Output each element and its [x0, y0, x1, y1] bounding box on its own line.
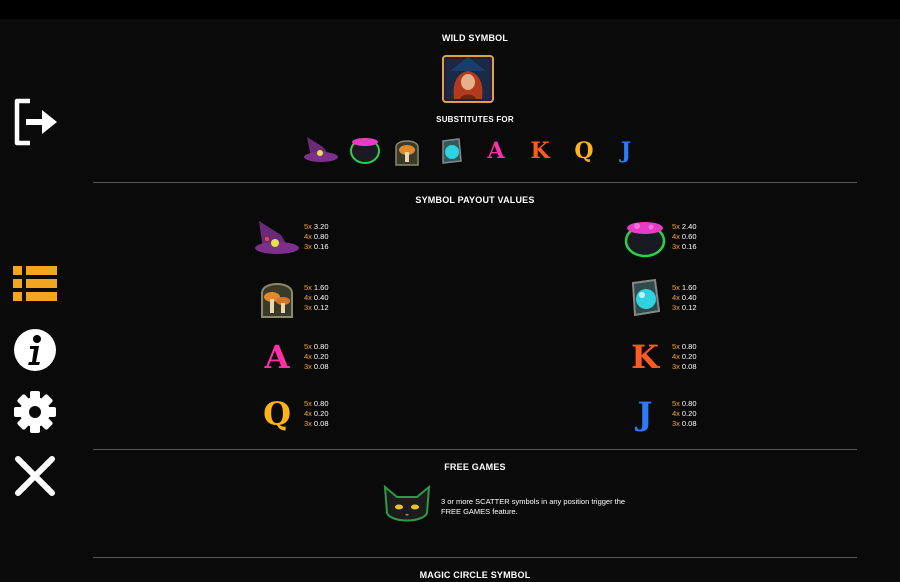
- free-games-description: 3 or more SCATTER symbols in any positio…: [441, 497, 626, 516]
- paytable-content: WILD SYMBOL SUBSTITUTES FOR A K Q J SYMB…: [93, 19, 857, 582]
- substitute-mushroom-jar: [391, 135, 423, 167]
- info-icon: [14, 329, 56, 371]
- mushroom-jar-icon: [395, 140, 419, 166]
- payout-witch-hat-symbol: [253, 219, 301, 257]
- settings-button[interactable]: [10, 387, 60, 437]
- wild-symbol-title: WILD SYMBOL: [441, 33, 509, 43]
- magic-circle-title: MAGIC CIRCLE SYMBOL: [419, 570, 531, 580]
- info-button[interactable]: [10, 325, 60, 375]
- payout-a-symbol: A: [264, 338, 290, 376]
- witch-hat-icon: [304, 137, 338, 162]
- payout-j-symbol: J: [637, 395, 653, 433]
- potion-icon: [631, 278, 661, 317]
- payout-j-values: 5x 0.80 4x 0.20 3x 0.08: [672, 399, 697, 428]
- black-cat-icon: [383, 484, 431, 522]
- free-games-title: FREE GAMES: [444, 462, 506, 472]
- payout-cauldron-symbol: [621, 217, 669, 259]
- payout-potion-symbol: [623, 277, 667, 319]
- payout-q-symbol: Q: [263, 395, 291, 433]
- payout-k-symbol: K: [631, 338, 659, 376]
- payout-mushroom-jar-values: 5x 1.60 4x 0.40 3x 0.12: [304, 283, 329, 312]
- divider: [93, 449, 857, 450]
- payout-cauldron-values: 5x 2.40 4x 0.60 3x 0.16: [672, 222, 697, 251]
- sidebar: [0, 19, 70, 582]
- close-button[interactable]: [10, 451, 60, 501]
- close-icon: [15, 456, 55, 496]
- payout-mushroom-jar-symbol: [257, 277, 297, 319]
- substitute-q: Q: [574, 138, 594, 164]
- list-icon: [13, 266, 57, 301]
- substitute-potion: [435, 135, 467, 167]
- witch-portrait-icon: [442, 55, 494, 103]
- substitute-cauldron: [347, 135, 383, 165]
- payout-a-values: 5x 0.80 4x 0.20 3x 0.08: [304, 342, 329, 371]
- cauldron-icon: [350, 138, 380, 164]
- substitute-j: J: [620, 138, 632, 164]
- exit-button[interactable]: [10, 97, 60, 147]
- scatter-cat-symbol: [381, 483, 433, 527]
- exit-door-icon: [14, 98, 57, 146]
- substitutes-title: SUBSTITUTES FOR: [436, 115, 514, 124]
- payout-k-values: 5x 0.80 4x 0.20 3x 0.08: [672, 342, 697, 371]
- substitute-k: K: [530, 138, 550, 164]
- payout-witch-hat-values: 5x 3.20 4x 0.80 3x 0.16: [304, 222, 329, 251]
- top-bar: [0, 0, 900, 19]
- paytable-button[interactable]: [10, 259, 60, 309]
- potion-icon: [442, 138, 462, 164]
- divider: [93, 182, 857, 183]
- payout-potion-values: 5x 1.60 4x 0.40 3x 0.12: [672, 283, 697, 312]
- mushroom-jar-icon: [261, 283, 293, 318]
- payout-title: SYMBOL PAYOUT VALUES: [415, 195, 535, 205]
- wild-witch-symbol: [442, 55, 494, 103]
- gear-icon: [14, 391, 56, 433]
- substitute-a: A: [487, 138, 505, 164]
- payout-q-values: 5x 0.80 4x 0.20 3x 0.08: [304, 399, 329, 428]
- divider: [93, 557, 857, 558]
- cauldron-icon: [624, 222, 666, 258]
- witch-hat-icon: [255, 221, 299, 254]
- substitute-witch-hat: [303, 135, 339, 165]
